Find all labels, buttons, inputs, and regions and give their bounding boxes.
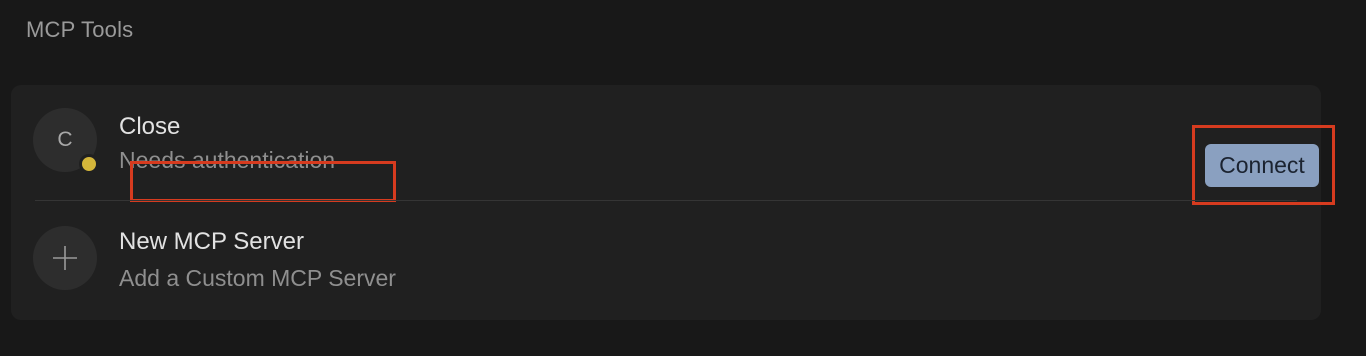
server-row-close: C Close Needs authentication Connect: [33, 107, 1335, 205]
new-mcp-server-row[interactable]: New MCP Server Add a Custom MCP Server: [33, 223, 1299, 313]
new-server-subtitle: Add a Custom MCP Server: [119, 265, 396, 291]
section-title: MCP Tools: [26, 17, 134, 42]
plus-icon: [53, 246, 77, 270]
new-server-title[interactable]: New MCP Server: [119, 228, 304, 256]
row-divider: [35, 200, 1297, 201]
new-server-avatar[interactable]: [33, 226, 97, 290]
connect-button[interactable]: Connect: [1205, 144, 1319, 187]
status-highlight-box: [130, 161, 396, 202]
server-avatar: C: [33, 108, 99, 174]
status-dot-icon: [79, 154, 99, 174]
avatar-letter: C: [57, 128, 73, 151]
mcp-servers-panel: C Close Needs authentication Connect New…: [11, 85, 1335, 320]
server-name: Close: [119, 113, 181, 140]
